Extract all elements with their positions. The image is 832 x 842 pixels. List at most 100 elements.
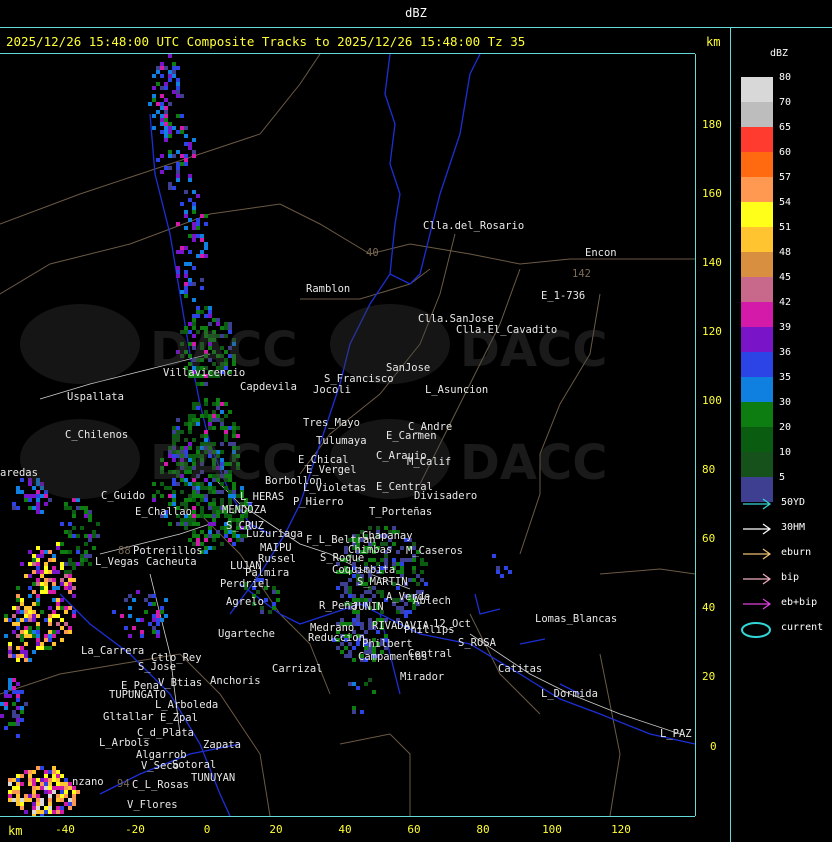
x-tick: -20 [125, 823, 145, 836]
place-label: Coquimbita [332, 564, 396, 576]
place-label: Anchoris [210, 675, 261, 687]
place-label: 40 [366, 247, 379, 259]
place-label: 94 [117, 778, 130, 790]
place-label: T_Porteñas [369, 506, 433, 518]
place-label: V_Flores [127, 799, 178, 811]
place-label: Gltallar [103, 711, 154, 723]
place-label: M_Calif [407, 456, 452, 468]
legend-label: 5 [779, 472, 786, 483]
place-label: Carrizal [272, 663, 323, 675]
place-label: Chapanay [362, 530, 413, 542]
place-label: Cacheuta [146, 556, 197, 568]
place-label: Zapata [203, 739, 241, 751]
legend-label: 57 [779, 172, 792, 183]
legend-label: 45 [779, 272, 792, 283]
y-tick: 80 [702, 463, 716, 476]
svg-text:DACC: DACC [460, 435, 607, 491]
place-label: Ugarteche [218, 628, 275, 640]
place-label: La_Carrera [81, 645, 145, 657]
x-tick: 120 [611, 823, 631, 836]
legend-swatch [741, 277, 773, 302]
y-tick: 60 [702, 532, 716, 545]
place-label: E_Challao [135, 506, 192, 518]
place-label: E_Carmen [386, 430, 437, 442]
legend-label: 36 [779, 347, 792, 358]
y-tick: 100 [702, 394, 722, 407]
x-tick: -40 [55, 823, 75, 836]
place-label: M_Caseros [406, 545, 463, 557]
legend-label: 35 [779, 372, 792, 383]
track-legend-label: bip [781, 572, 800, 583]
radar-map[interactable]: DACC DACC DACC DACC Clla.del_Rosario Enc… [0, 54, 695, 816]
legend-swatch [741, 127, 773, 152]
x-tick: 20 [269, 823, 283, 836]
place-label: SanJose [386, 362, 431, 374]
y-tick: 0 [710, 740, 717, 753]
place-label: C_Chilenos [65, 429, 129, 441]
current-ellipse-icon [741, 622, 771, 638]
y-tick: 120 [702, 325, 722, 338]
place-label: Ablech [413, 595, 451, 607]
place-label: aredas [0, 467, 38, 479]
track-legend-label: 30HM [781, 522, 806, 533]
place-label: Capdevila [240, 381, 297, 393]
x-axis-unit: km [8, 824, 23, 838]
x-tick: 60 [407, 823, 421, 836]
place-label: 142 [572, 268, 591, 280]
place-label: V_Btias [158, 677, 203, 689]
y-tick: 180 [702, 118, 722, 131]
place-label: Uspallata [67, 391, 124, 403]
legend-swatch [741, 152, 773, 177]
x-tick: 100 [542, 823, 562, 836]
legend-swatch [741, 377, 773, 402]
place-label: Chimbas [348, 544, 393, 556]
track-legend-label: current [781, 622, 824, 633]
place-label: nzano [72, 776, 104, 788]
place-label: Philbert [362, 638, 413, 650]
y-tick: 20 [702, 670, 716, 683]
place-label: Mirador [400, 671, 445, 683]
track-legend-label: eburn [781, 547, 812, 558]
place-label: S_MARTIN [357, 576, 408, 588]
place-label: Reduccion [308, 632, 365, 644]
legend-swatch [741, 227, 773, 252]
y-tick: 140 [702, 256, 722, 269]
legend-label: 39 [779, 322, 792, 333]
legend-swatch [741, 427, 773, 452]
track-arrow-icon [743, 598, 772, 610]
legend-label: 65 [779, 122, 792, 133]
place-label: Villavicencio [163, 367, 246, 379]
legend-swatch [741, 252, 773, 277]
frame-map-right [695, 54, 696, 816]
legend-label: 51 [779, 222, 792, 233]
place-label: C_L_Rosas [132, 779, 189, 791]
legend-swatch [741, 452, 773, 477]
y-tick: 40 [702, 601, 716, 614]
window-title: dBZ [405, 6, 427, 20]
legend-swatch [741, 402, 773, 427]
legend-label: 60 [779, 147, 792, 158]
place-label: Russel [258, 553, 296, 565]
place-label: L_Arboleda [155, 699, 219, 711]
legend-label: 48 [779, 247, 792, 258]
legend-label: 10 [779, 447, 792, 458]
place-label: Tulumaya [316, 435, 367, 447]
y-axis-unit: km [706, 35, 721, 49]
place-label: S_ROSA [458, 637, 496, 649]
place-label: Perdriel [220, 578, 271, 590]
place-label: L_HERAS [240, 491, 285, 503]
place-label: C_Guido [101, 490, 146, 502]
frame-top-divider [0, 27, 832, 28]
legend-swatch [741, 352, 773, 377]
place-label: L_PAZ [660, 728, 692, 740]
legend-label: 54 [779, 197, 792, 208]
place-label: MENDOZA [222, 504, 267, 516]
legend-label: 42 [779, 297, 792, 308]
place-label: L_Arbols [99, 737, 150, 749]
track-arrow-icon [743, 548, 772, 560]
place-label: S_Jose [138, 661, 176, 673]
track-arrow-icon [743, 498, 772, 510]
legend-label: 20 [779, 422, 792, 433]
legend-title: dBZ [770, 48, 789, 59]
place-label: 12_Oct [433, 618, 471, 630]
